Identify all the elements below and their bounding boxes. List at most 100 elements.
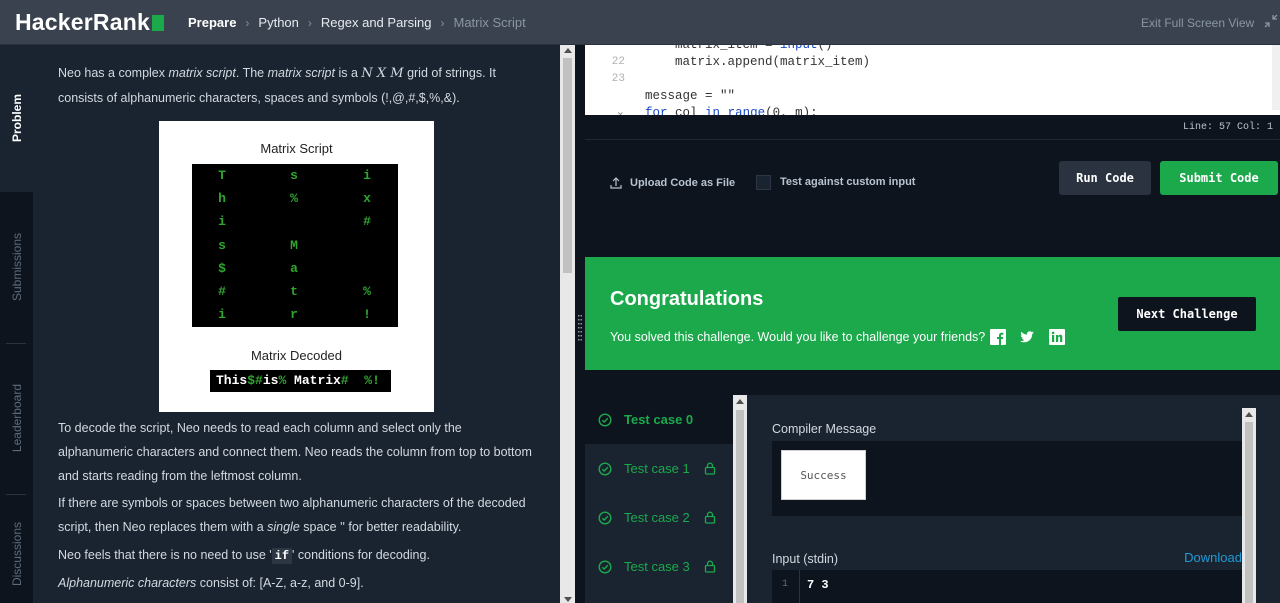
decoded-segment: Matrix: [294, 373, 341, 388]
compiler-message-box: Success: [772, 441, 1242, 516]
test-case-scrollbar-thumb[interactable]: [736, 410, 744, 603]
problem-intro: Neo has a complex matrix script. The mat…: [58, 66, 496, 105]
scroll-down-arrow-icon[interactable]: [564, 597, 572, 602]
test-case-item[interactable]: Test case 3: [585, 542, 733, 591]
congrats-title: Congratulations: [610, 288, 764, 310]
next-challenge-button[interactable]: Next Challenge: [1118, 297, 1256, 331]
breadcrumb-regex[interactable]: Regex and Parsing: [321, 15, 432, 30]
cursor-position: Line: 57 Col: 1: [1182, 122, 1273, 133]
test-case-list: Test case 0 Test case 1 Test case 2 Test ca…: [585, 395, 733, 603]
check-circle-icon: [598, 510, 612, 525]
matrix-cell: i: [218, 214, 226, 230]
code-line: message = "": [645, 89, 736, 103]
code-line: 23: [611, 73, 625, 85]
code-line: matrix_item = input(): [675, 45, 833, 52]
test-case-label: Test case 1: [624, 461, 690, 476]
twitter-icon[interactable]: [1019, 329, 1035, 345]
matrix-cell: $: [218, 260, 226, 276]
matrix-cell: h: [218, 191, 226, 207]
check-circle-icon: [598, 461, 612, 476]
fold-arrow-icon: ⌄: [615, 107, 625, 115]
run-code-button[interactable]: Run Code: [1059, 161, 1151, 195]
breadcrumb-prepare[interactable]: Prepare: [188, 15, 236, 30]
matrix-figure: Matrix Script Ts i h% x i # s M $ a # t% i r! Matrix …: [159, 121, 434, 412]
upload-code-button[interactable]: Upload Code as File: [610, 176, 735, 189]
lock-icon: [704, 462, 715, 475]
decoded-segment: %: [278, 373, 295, 388]
upload-icon: [610, 177, 622, 189]
matrix-cell: !: [363, 307, 371, 323]
decoded-segment: This: [216, 373, 248, 388]
download-link[interactable]: Download: [1184, 550, 1242, 565]
congrats-subtitle: You solved this challenge. Would you lik…: [610, 330, 986, 344]
code-line: ⌄ for col in range(0, m):: [585, 105, 1280, 115]
compiler-message-value: Success: [781, 450, 866, 500]
breadcrumb-current: Matrix Script: [453, 15, 526, 30]
matrix-cell: i: [363, 168, 371, 183]
test-case-detail: Compiler Message Success Input (stdin) D…: [747, 395, 1280, 603]
custom-input-label[interactable]: Test against custom input: [780, 176, 915, 188]
problem-alnum-paragraph: Alphanumeric characters consist of: [A-Z…: [58, 576, 364, 590]
scroll-up-arrow-icon[interactable]: [1245, 412, 1253, 417]
hackerrank-logo[interactable]: HackerRank: [15, 9, 164, 36]
chevron-right-icon: ›: [307, 15, 312, 30]
matrix-cell: #: [218, 284, 226, 299]
check-circle-icon: [598, 412, 612, 427]
submit-code-button[interactable]: Submit Code: [1160, 161, 1278, 195]
decoded-string: This$#is% Matrix# %!: [210, 370, 391, 392]
chevron-right-icon: ›: [440, 15, 445, 30]
test-case-item[interactable]: Test case 2: [585, 493, 733, 542]
gutter-divider: [799, 570, 800, 603]
editor-actions: Upload Code as File Test against custom …: [585, 139, 1280, 227]
problem-if-paragraph: Neo feels that there is no need to use '…: [58, 548, 430, 564]
test-case-item[interactable]: Test case 0: [585, 395, 733, 444]
problem-symbols-paragraph: If there are symbols or spaces between t…: [58, 496, 526, 534]
tab-problem[interactable]: Problem: [0, 45, 33, 192]
matrix-cell: s: [218, 237, 226, 253]
tab-submissions[interactable]: Submissions: [0, 192, 33, 342]
stdin-line-number: 1: [782, 579, 789, 590]
breadcrumb-python[interactable]: Python: [258, 15, 298, 30]
test-case-item[interactable]: Test case 1: [585, 444, 733, 493]
facebook-icon[interactable]: [990, 329, 1006, 345]
scroll-up-arrow-icon[interactable]: [736, 399, 744, 404]
check-circle-icon: [598, 559, 612, 574]
drag-handle-icon[interactable]: [578, 315, 582, 341]
logo-block-icon: [151, 15, 164, 31]
side-tabs: Problem Submissions Leaderboard Discussi…: [0, 45, 33, 603]
inline-code: if: [271, 548, 293, 564]
decoded-segment: $#: [247, 373, 263, 388]
input-label: Input (stdin): [772, 552, 839, 566]
stdin-box: 1 7 3: [772, 570, 1242, 603]
breadcrumb: Prepare › Python › Regex and Parsing › M…: [188, 15, 526, 30]
matrix-cell: M: [290, 237, 298, 253]
matrix-cell: %: [363, 284, 371, 299]
problem-panel: Neo has a complex matrix script. The mat…: [33, 45, 560, 603]
detail-scrollbar-thumb[interactable]: [1245, 422, 1253, 603]
test-case-label: Test case 0: [624, 412, 694, 427]
spacer: [585, 227, 1280, 257]
matrix-cell: x: [363, 191, 371, 207]
code-editor[interactable]: matrix_item = input() 22 matrix.append(m…: [585, 45, 1280, 115]
problem-scrollbar-thumb[interactable]: [563, 58, 572, 273]
tab-discussions[interactable]: Discussions: [0, 494, 33, 603]
decoded-title: Matrix Decoded: [250, 348, 343, 363]
congratulations-banner: Congratulations You solved this challeng…: [585, 257, 1280, 370]
test-case-label: Test case 2: [624, 510, 690, 525]
tab-leaderboard[interactable]: Leaderboard: [0, 343, 33, 493]
scroll-up-arrow-icon[interactable]: [564, 48, 572, 53]
matrix-cell: T: [218, 168, 226, 183]
problem-decode-paragraph: To decode the script, Neo needs to read …: [58, 421, 532, 483]
matrix-cell: a: [290, 260, 298, 276]
lock-icon: [704, 560, 715, 573]
linkedin-icon[interactable]: [1049, 329, 1065, 345]
test-case-label: Test case 3: [624, 559, 690, 574]
editor-scrollbar[interactable]: [1272, 45, 1280, 110]
custom-input-checkbox[interactable]: [756, 175, 771, 190]
top-bar: HackerRank Prepare › Python › Regex and …: [0, 0, 1280, 45]
decoded-segment: # %!: [340, 373, 380, 388]
exit-fullscreen-link[interactable]: Exit Full Screen View: [1141, 16, 1254, 30]
spacer: [585, 370, 1280, 395]
matrix-cell: r: [290, 307, 298, 323]
collapse-icon[interactable]: [1264, 14, 1278, 28]
